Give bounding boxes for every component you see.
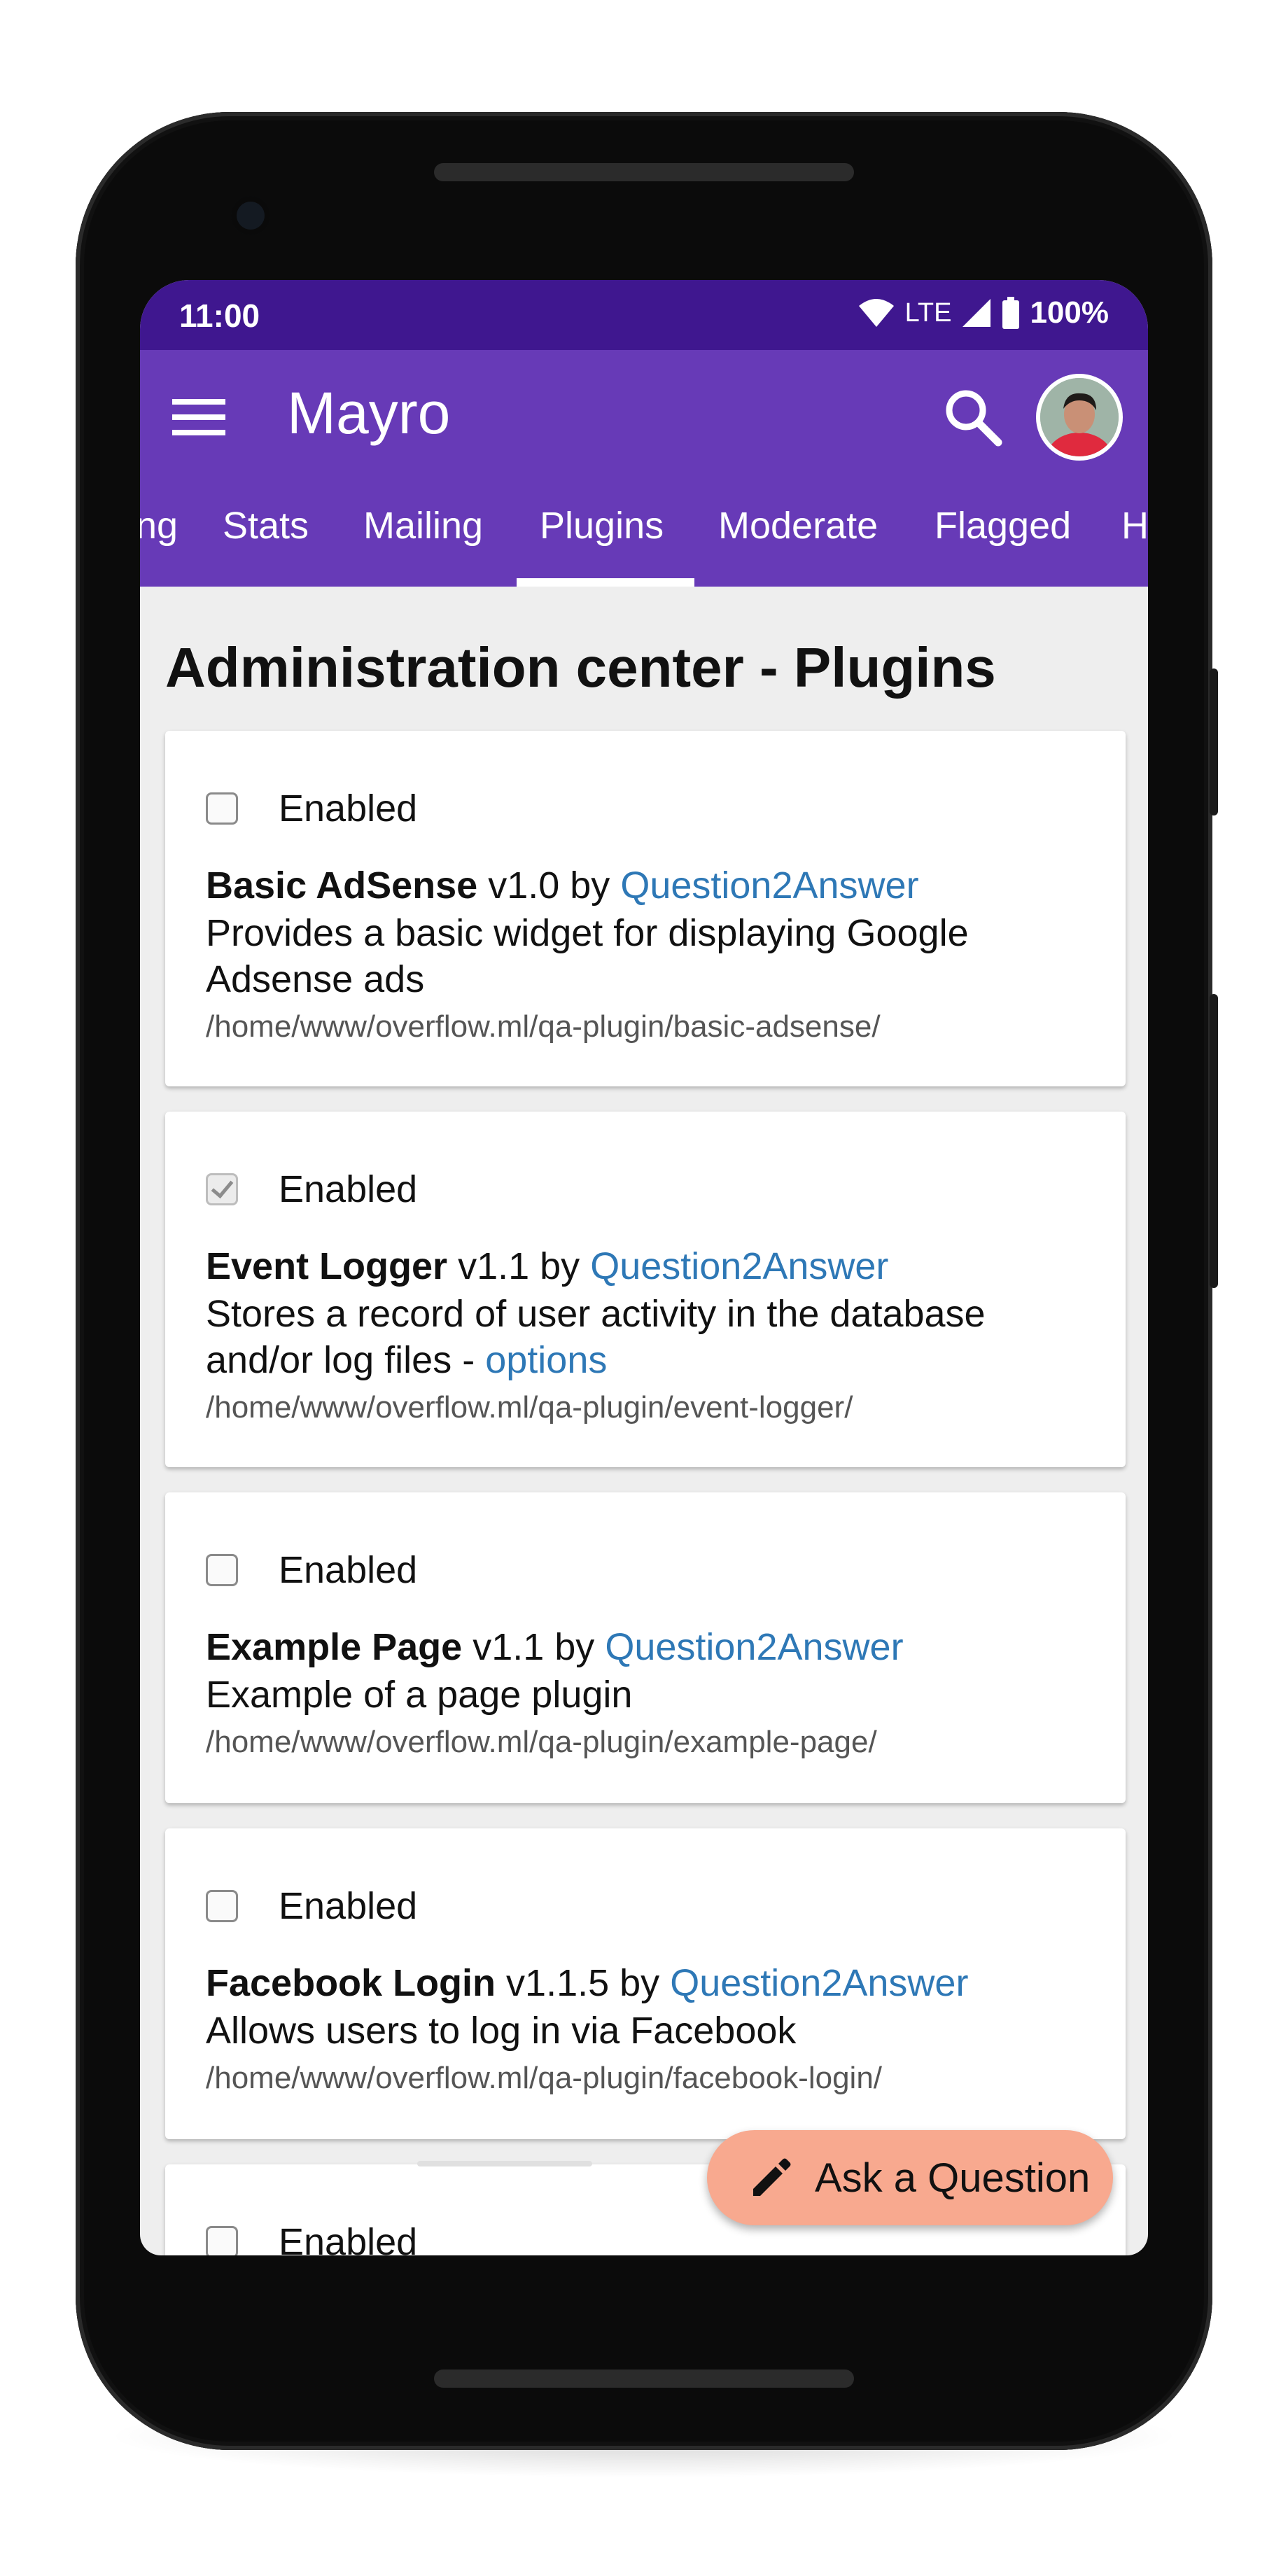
app-title: Mayro [287, 380, 451, 446]
plugin-card-facebook-login: Enabled Facebook Login v1.1.5 by Questio… [165, 1828, 1126, 2139]
plugin-header: Example Page v1.1 by Question2Answer [206, 1625, 904, 1669]
enabled-checkbox[interactable] [206, 2226, 238, 2255]
signal-icon [962, 299, 991, 327]
page-title: Administration center - Plugins [165, 636, 996, 699]
status-time: 11:00 [179, 298, 260, 334]
wifi-icon [858, 299, 894, 327]
power-button[interactable] [1210, 668, 1218, 816]
plugin-card-example-page: Enabled Example Page v1.1 by Question2An… [165, 1492, 1126, 1803]
volume-button[interactable] [1210, 994, 1218, 1288]
phone-screen: 11:00 LTE 100% Mayro ng Stats Mailing Pl… [140, 280, 1148, 2255]
avatar-image [1040, 378, 1119, 456]
plugin-name: Facebook Login [206, 1962, 496, 2004]
hamburger-menu-icon[interactable] [171, 389, 227, 445]
enabled-row: Enabled [206, 1168, 417, 1211]
plugin-path: /home/www/overflow.ml/qa-plugin/basic-ad… [206, 1009, 881, 1044]
enabled-row: Enabled [206, 2220, 417, 2255]
author-link[interactable]: Question2Answer [605, 1626, 903, 1668]
tab-mailing[interactable]: Mailing [363, 504, 483, 547]
enabled-row: Enabled [206, 1548, 417, 1592]
plugin-header: Event Logger v1.1 by Question2Answer [206, 1245, 888, 1288]
plugin-header: Basic AdSense v1.0 by Question2Answer [206, 864, 919, 907]
enabled-label: Enabled [279, 788, 418, 830]
plugin-description: Allows users to log in via Facebook [206, 2010, 797, 2052]
plugin-name: Example Page [206, 1626, 463, 1668]
tab-partial-left[interactable]: ng [140, 504, 178, 547]
author-link[interactable]: Question2Answer [620, 864, 918, 906]
tab-partial-right[interactable]: H [1121, 504, 1148, 547]
plugin-name: Event Logger [206, 1245, 448, 1287]
ask-question-label: Ask a Question [815, 2155, 1091, 2201]
user-avatar[interactable] [1036, 374, 1123, 461]
tab-plugins[interactable]: Plugins [540, 504, 664, 547]
bottom-speaker [434, 2370, 854, 2388]
enabled-checkbox[interactable] [206, 792, 238, 825]
plugin-card-basic-adsense: Enabled Basic AdSense v1.0 by Question2A… [165, 731, 1126, 1086]
plugin-path: /home/www/overflow.ml/qa-plugin/example-… [206, 1725, 877, 1759]
plugin-version: v1.1 by [458, 1245, 580, 1287]
search-icon[interactable] [939, 384, 1007, 451]
pencil-icon [753, 2158, 791, 2196]
status-bar: 11:00 LTE 100% [140, 280, 1148, 350]
enabled-checkbox[interactable] [206, 1890, 238, 1922]
plugin-card-event-logger: Enabled Event Logger v1.1 by Question2An… [165, 1112, 1126, 1467]
plugin-name: Basic AdSense [206, 864, 478, 906]
author-link[interactable]: Question2Answer [590, 1245, 888, 1287]
plugin-description: Provides a basic widget for displaying G… [206, 912, 969, 1000]
battery-icon [1002, 297, 1020, 329]
ask-question-button[interactable]: Ask a Question [707, 2130, 1113, 2225]
plugin-path: /home/www/overflow.ml/qa-plugin/facebook… [206, 2061, 883, 2095]
tab-bar: ng Stats Mailing Plugins Moderate Flagge… [140, 483, 1148, 587]
battery-percent: 100% [1030, 295, 1109, 330]
tab-stats[interactable]: Stats [223, 504, 309, 547]
plugin-header: Facebook Login v1.1.5 by Question2Answer [206, 1961, 968, 2005]
network-type: LTE [904, 298, 952, 328]
plugin-version: v1.1 by [472, 1626, 595, 1668]
status-icons: LTE 100% [858, 295, 1109, 330]
plugin-description: Example of a page plugin [206, 1674, 633, 1716]
options-link[interactable]: options [485, 1339, 607, 1381]
front-camera [231, 196, 270, 235]
selected-tab-indicator [517, 578, 694, 587]
enabled-label: Enabled [279, 1885, 418, 1927]
enabled-label: Enabled [279, 1549, 418, 1591]
enabled-label: Enabled [279, 2221, 418, 2255]
app-bar: Mayro ng Stats Mailing Plugins Moderate … [140, 350, 1148, 587]
earpiece-speaker [434, 163, 854, 181]
tab-moderate[interactable]: Moderate [718, 504, 878, 547]
enabled-checkbox[interactable] [206, 1173, 238, 1205]
plugin-path: /home/www/overflow.ml/qa-plugin/event-lo… [206, 1390, 853, 1424]
plugin-description: Stores a record of user activity in the … [206, 1291, 1098, 1383]
tab-flagged[interactable]: Flagged [934, 504, 1071, 547]
enabled-checkbox[interactable] [206, 1554, 238, 1586]
home-indicator[interactable] [417, 2161, 592, 2166]
main-content: Administration center - Plugins Enabled … [140, 587, 1148, 2255]
enabled-row: Enabled [206, 787, 417, 830]
plugin-version: v1.0 by [488, 864, 610, 906]
enabled-row: Enabled [206, 1884, 417, 1928]
enabled-label: Enabled [279, 1168, 418, 1210]
plugin-version: v1.1.5 by [506, 1962, 660, 2004]
author-link[interactable]: Question2Answer [670, 1962, 968, 2004]
